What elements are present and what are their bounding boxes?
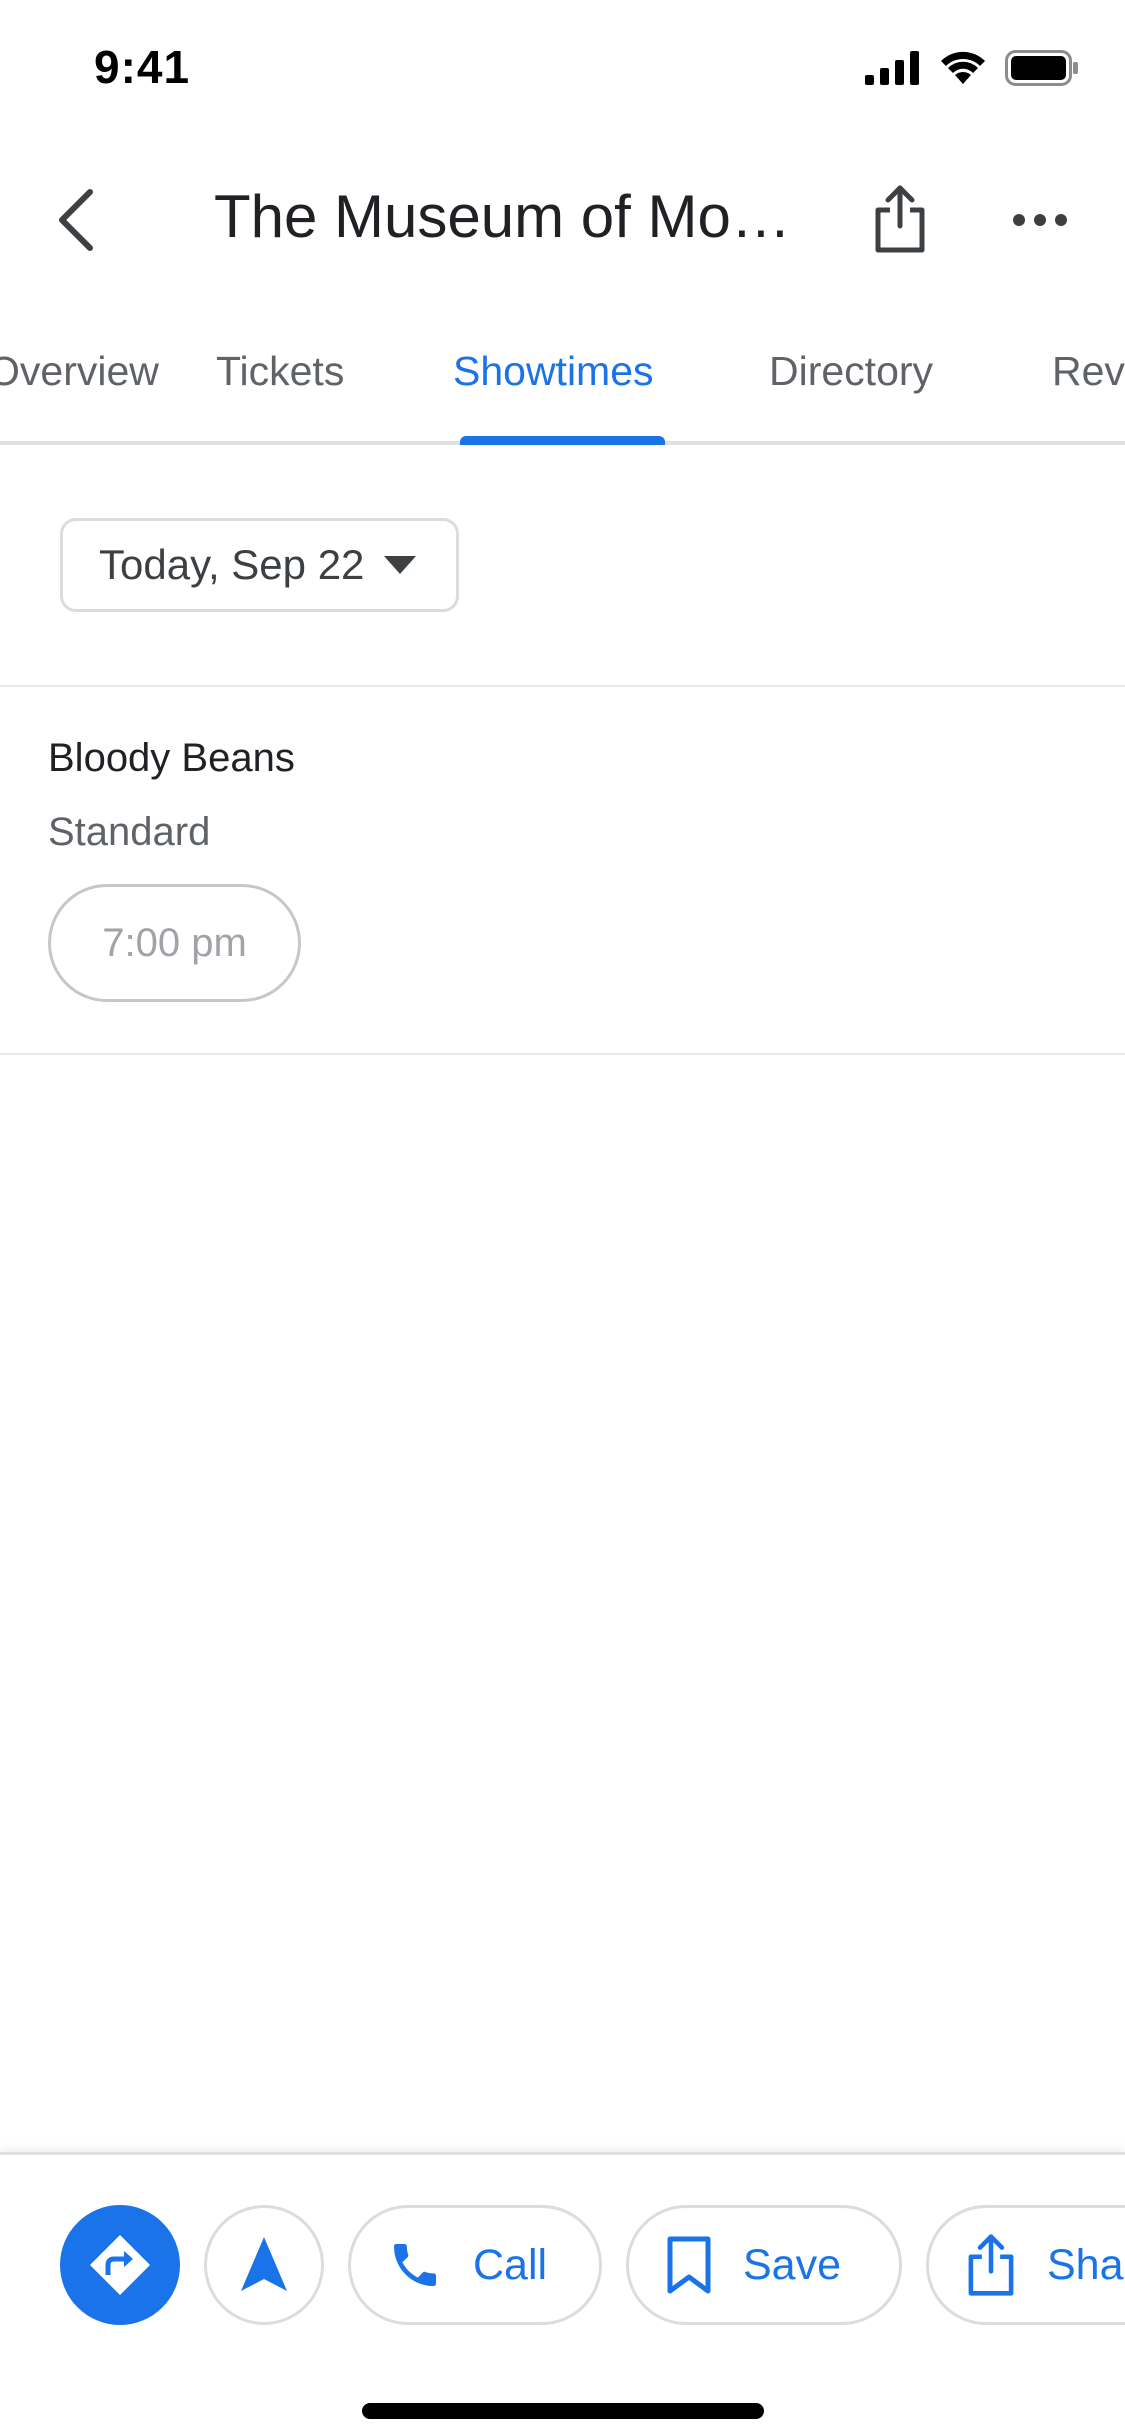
more-icon [1013, 214, 1067, 226]
share-icon [968, 2234, 1014, 2296]
bookmark-icon [667, 2236, 711, 2294]
status-time: 9:41 [94, 41, 191, 93]
directions-icon [90, 2235, 150, 2295]
navigation-arrow-icon [241, 2237, 287, 2291]
directions-button[interactable] [60, 2205, 180, 2325]
share-button[interactable] [860, 174, 940, 264]
dropdown-icon [384, 556, 417, 574]
start-navigation-button[interactable] [204, 2205, 324, 2325]
more-options-button[interactable] [1000, 180, 1080, 260]
showtime-button[interactable]: 7:00 pm [48, 884, 301, 1002]
action-bar: Call Save Share [0, 2152, 1125, 2436]
status-icons [865, 50, 1079, 86]
call-label: Call [473, 2240, 548, 2289]
save-button[interactable]: Save [626, 2205, 902, 2325]
share-label: Share [1047, 2240, 1125, 2289]
home-indicator [362, 2403, 764, 2419]
phone-icon [394, 2244, 436, 2286]
movie-format: Standard [48, 810, 211, 854]
save-label: Save [743, 2240, 842, 2289]
back-arrow-icon [59, 189, 93, 251]
tab-bar: Overview Tickets Showtimes Directory Rev… [0, 330, 1125, 445]
page-title: The Museum of Mod... [214, 183, 814, 250]
page: 9:41 The Museum of Mod... Overview Ticke… [0, 0, 1125, 2436]
header: The Museum of Mod... [0, 160, 1125, 270]
tab-showtimes[interactable]: Showtimes [453, 348, 654, 395]
movie-title: Bloody Beans [48, 736, 295, 780]
share-place-button[interactable]: Share [926, 2205, 1125, 2325]
back-button[interactable] [36, 180, 116, 260]
active-tab-indicator [460, 436, 665, 445]
battery-icon [1005, 50, 1078, 86]
wifi-icon [941, 51, 985, 84]
tab-reviews[interactable]: Reviews [1052, 348, 1125, 395]
status-bar: 9:41 [0, 0, 1125, 140]
divider [0, 685, 1125, 687]
date-selector[interactable]: Today, Sep 22 [60, 518, 459, 612]
share-icon [875, 185, 925, 253]
divider [0, 1053, 1125, 1055]
tab-directory[interactable]: Directory [769, 348, 933, 395]
tab-tickets[interactable]: Tickets [216, 348, 344, 395]
signal-icon [865, 51, 919, 85]
date-selector-label: Today, Sep 22 [99, 541, 365, 588]
call-button[interactable]: Call [348, 2205, 602, 2325]
tab-overview[interactable]: Overview [0, 348, 159, 395]
